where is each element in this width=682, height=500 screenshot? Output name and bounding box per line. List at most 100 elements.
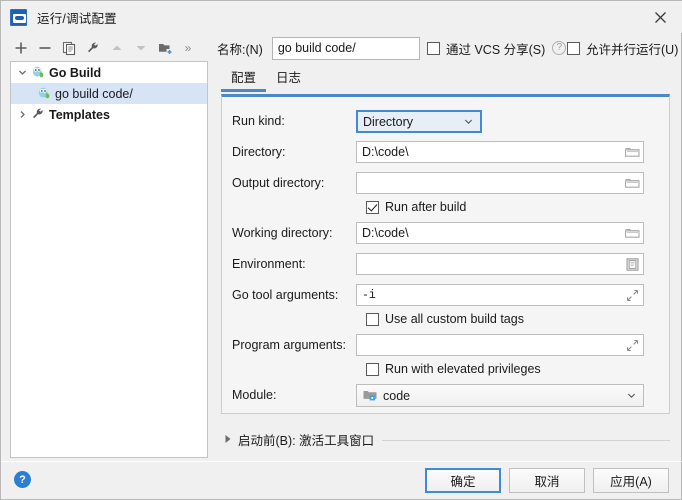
title-bar: 运行/调试配置 xyxy=(1,1,682,33)
go-tool-arguments-label: Go tool arguments: xyxy=(232,288,339,302)
run-elevated-label: Run with elevated privileges xyxy=(385,362,541,376)
arrow-down-icon[interactable] xyxy=(130,37,152,59)
go-tool-arguments-input[interactable] xyxy=(356,284,644,306)
folder-icon[interactable] xyxy=(624,225,641,241)
directory-input[interactable] xyxy=(356,141,644,163)
run-after-build-checkbox-box[interactable] xyxy=(366,200,379,214)
use-custom-build-tags-checkbox[interactable]: Use all custom build tags xyxy=(366,309,524,329)
program-arguments-label: Program arguments: xyxy=(232,338,346,352)
field-environment: Environment: xyxy=(222,252,669,276)
allow-parallel-checkbox-box[interactable] xyxy=(567,41,580,55)
tree-item-go-build-code[interactable]: go build code/ xyxy=(11,83,207,104)
go-gopher-icon xyxy=(36,86,52,102)
output-directory-input[interactable] xyxy=(356,172,644,194)
field-program-arguments: Program arguments: xyxy=(222,333,669,357)
window-title: 运行/调试配置 xyxy=(37,11,117,26)
run-after-build-label: Run after build xyxy=(385,200,467,214)
before-launch-section[interactable]: 启动前(B): 激活工具窗口 xyxy=(221,429,670,449)
ok-button[interactable]: 确定 xyxy=(425,468,501,493)
directory-label: Directory: xyxy=(232,145,286,159)
tree-item-templates[interactable]: Templates xyxy=(11,104,207,125)
tab-configuration[interactable]: 配置 xyxy=(221,65,267,92)
name-row: 名称:(N) xyxy=(217,35,420,61)
run-kind-label: Run kind: xyxy=(232,114,285,128)
apply-button[interactable]: 应用(A) xyxy=(593,468,669,493)
go-tool-arguments-control xyxy=(356,284,644,306)
share-vcs-help-icon[interactable]: ? xyxy=(552,41,567,55)
run-elevated-checkbox-box[interactable] xyxy=(366,362,379,376)
module-control: code xyxy=(356,384,644,407)
use-custom-build-tags-checkbox-box[interactable] xyxy=(366,312,379,326)
folder-icon[interactable] xyxy=(624,175,641,191)
module-label: Module: xyxy=(232,388,277,402)
output-directory-control xyxy=(356,172,644,194)
environment-input[interactable] xyxy=(356,253,644,275)
add-button[interactable] xyxy=(10,37,32,59)
tree-item-label: Go Build xyxy=(49,65,102,80)
expand-icon[interactable] xyxy=(624,287,641,303)
help-icon[interactable]: ? xyxy=(14,471,31,488)
wrench-icon xyxy=(30,107,46,123)
environment-label: Environment: xyxy=(232,257,306,271)
tree-item-go-build[interactable]: Go Build xyxy=(11,62,207,83)
program-arguments-input[interactable] xyxy=(356,334,644,356)
folder-plus-icon[interactable] xyxy=(154,37,176,59)
field-module: Module: code xyxy=(222,383,669,407)
module-select[interactable]: code xyxy=(356,384,644,407)
run-debug-configurations-dialog: 运行/调试配置 » 名称:(N) go build code/ 通过 VCS 分… xyxy=(0,0,682,500)
configuration-form: Run kind: Directory Directory: D:\code\ … xyxy=(222,97,669,413)
chevron-down-icon xyxy=(627,389,636,403)
folder-icon[interactable] xyxy=(624,144,641,160)
wrench-icon[interactable] xyxy=(82,37,104,59)
tree-item-label: go build code/ xyxy=(55,86,133,101)
expand-icon[interactable] xyxy=(624,337,641,353)
field-directory: Directory: xyxy=(222,140,669,164)
share-vcs-checkbox[interactable]: 通过 VCS 分享(S) ? xyxy=(427,35,567,61)
before-launch-label: 启动前(B): 激活工具窗口 xyxy=(238,433,375,448)
working-directory-control xyxy=(356,222,644,244)
field-output-directory: Output directory: xyxy=(222,171,669,195)
field-working-directory: Working directory: xyxy=(222,221,669,245)
run-after-build-checkbox[interactable]: Run after build xyxy=(366,197,466,217)
share-vcs-checkbox-box[interactable] xyxy=(427,41,440,55)
close-icon[interactable] xyxy=(637,1,682,33)
toolbar-overflow-button[interactable]: » xyxy=(180,37,196,59)
run-kind-control: Directory xyxy=(356,110,482,133)
config-tabs: 配置 日志 xyxy=(221,65,311,92)
footer-separator xyxy=(1,461,682,462)
program-arguments-control xyxy=(356,334,644,356)
field-run-kind: Run kind: Directory xyxy=(222,109,669,133)
before-launch-divider xyxy=(382,439,670,441)
dialog-buttons: 确定 取消 应用(A) xyxy=(425,468,669,493)
run-elevated-checkbox[interactable]: Run with elevated privileges xyxy=(366,359,541,379)
name-label: 名称:(N) xyxy=(217,42,263,57)
directory-control xyxy=(356,141,644,163)
chevron-right-icon[interactable] xyxy=(15,104,30,125)
use-custom-build-tags-label: Use all custom build tags xyxy=(385,312,524,326)
module-value: code xyxy=(383,388,411,403)
configurations-tree[interactable]: Go Build go build code/ Templates xyxy=(10,61,208,458)
chevron-down-icon xyxy=(464,115,473,129)
allow-parallel-label: 允许并行运行(U) xyxy=(586,42,679,57)
arrow-up-icon[interactable] xyxy=(106,37,128,59)
working-directory-input[interactable] xyxy=(356,222,644,244)
run-kind-value: Directory xyxy=(363,114,414,129)
tab-logs[interactable]: 日志 xyxy=(266,65,311,92)
field-go-tool-arguments: Go tool arguments: xyxy=(222,283,669,307)
share-vcs-label: 通过 VCS 分享(S) xyxy=(446,42,546,57)
module-icon xyxy=(363,389,377,402)
allow-parallel-checkbox[interactable]: 允许并行运行(U) xyxy=(567,35,678,61)
triangle-right-icon[interactable] xyxy=(221,432,235,446)
name-input[interactable] xyxy=(271,36,420,60)
output-directory-label: Output directory: xyxy=(232,176,325,190)
go-gopher-icon xyxy=(30,65,46,81)
list-edit-icon[interactable] xyxy=(624,256,641,272)
copy-icon[interactable] xyxy=(58,37,80,59)
cancel-button[interactable]: 取消 xyxy=(509,468,585,493)
tree-item-label: Templates xyxy=(49,107,110,122)
environment-control xyxy=(356,253,644,275)
remove-button[interactable] xyxy=(34,37,56,59)
chevron-down-icon[interactable] xyxy=(15,62,30,83)
configuration-panel: Run kind: Directory Directory: D:\code\ … xyxy=(221,94,670,414)
run-kind-select[interactable]: Directory xyxy=(356,110,482,133)
